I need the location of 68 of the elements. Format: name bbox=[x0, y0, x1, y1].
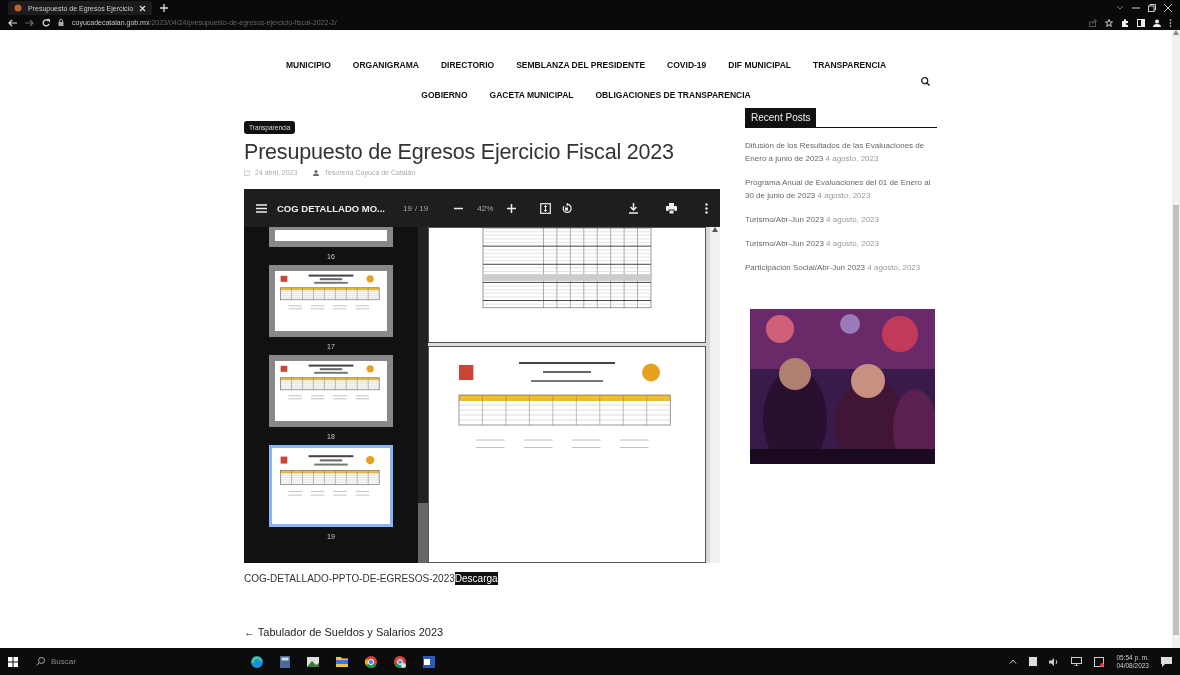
nav-link[interactable]: MUNICIPIO bbox=[285, 60, 331, 70]
menu-icon[interactable] bbox=[1169, 18, 1172, 27]
folder-icon[interactable] bbox=[336, 655, 348, 667]
speaker-icon[interactable] bbox=[1049, 657, 1060, 666]
calendar-icon bbox=[244, 169, 250, 176]
recent-post-link[interactable]: Participación Social/Abr-Jun 2023 4 agosto, 2023 bbox=[745, 261, 937, 274]
back-icon[interactable] bbox=[8, 18, 17, 27]
page-number-field[interactable]: 19 bbox=[403, 203, 412, 213]
nav-link[interactable]: COVID-19 bbox=[667, 60, 707, 70]
restore-icon[interactable] bbox=[1148, 3, 1156, 12]
nav-link[interactable]: DIRECTORIO bbox=[440, 60, 495, 70]
file-name: COG-DETALLADO-PPTO-DE-EGRESOS-2023 bbox=[244, 573, 455, 584]
chevron-down-icon[interactable] bbox=[1116, 4, 1124, 11]
recent-post-link[interactable]: Turismo/Abr-Jun 2023 4 agosto, 2023 bbox=[745, 213, 937, 226]
chrome-profile-icon[interactable] bbox=[394, 655, 406, 668]
sidebar-icon[interactable] bbox=[1137, 18, 1145, 27]
nav-link[interactable]: SEMBLANZA DEL PRESIDENTE bbox=[516, 60, 646, 70]
nav-link[interactable]: TRANSPARENCIA bbox=[813, 60, 887, 70]
page-thumbnail[interactable] bbox=[269, 445, 393, 527]
nav-link[interactable]: ORGANIGRAMA bbox=[352, 60, 419, 70]
photo-viewer-icon[interactable] bbox=[307, 655, 319, 668]
search-icon[interactable] bbox=[921, 77, 930, 86]
chevron-up-icon[interactable] bbox=[1009, 659, 1018, 664]
sidebar-heading: Recent Posts bbox=[745, 108, 817, 127]
profile-icon[interactable] bbox=[1153, 18, 1161, 27]
page-thumbnail[interactable] bbox=[269, 265, 393, 337]
scrollbar-thumb[interactable] bbox=[1173, 205, 1179, 635]
page-total: / 19 bbox=[414, 203, 429, 213]
menu-icon[interactable] bbox=[256, 203, 267, 213]
favicon-icon bbox=[14, 4, 22, 12]
page-thumbnail[interactable] bbox=[269, 227, 393, 247]
chrome-icon[interactable] bbox=[365, 655, 377, 668]
search-icon bbox=[36, 657, 45, 666]
calculator-icon[interactable] bbox=[280, 655, 290, 668]
more-icon[interactable] bbox=[705, 202, 708, 214]
fit-page-icon[interactable] bbox=[540, 202, 552, 214]
close-icon[interactable] bbox=[1164, 3, 1172, 12]
search-field[interactable]: Buscar bbox=[30, 648, 201, 675]
previous-post-link[interactable]: ← Tabulador de Sueldos y Salarios 2023 bbox=[244, 626, 720, 638]
windows-icon[interactable] bbox=[8, 656, 18, 667]
zoom-in-icon[interactable] bbox=[507, 203, 517, 213]
zoom-level-field[interactable]: 42% bbox=[473, 203, 498, 213]
document-title: COG DETALLADO MO... bbox=[277, 202, 385, 214]
user-icon bbox=[313, 169, 320, 176]
nav-link[interactable]: DIF MUNICIPAL bbox=[728, 60, 791, 70]
recent-post-link[interactable]: Turismo/Abr-Jun 2023 4 agosto, 2023 bbox=[745, 237, 937, 250]
nav-link[interactable]: GOBIERNO bbox=[421, 90, 468, 100]
reload-icon[interactable] bbox=[42, 18, 50, 27]
plus-icon[interactable] bbox=[160, 3, 169, 12]
forward-icon[interactable] bbox=[25, 18, 34, 27]
rotate-icon[interactable] bbox=[561, 202, 573, 214]
notification-icon[interactable] bbox=[1161, 656, 1172, 667]
page-thumbnail[interactable] bbox=[269, 355, 393, 427]
print-icon[interactable] bbox=[666, 202, 677, 214]
close-icon[interactable] bbox=[139, 4, 147, 12]
puzzle-icon[interactable] bbox=[1121, 18, 1129, 27]
download-icon[interactable] bbox=[629, 202, 638, 214]
word-icon[interactable] bbox=[423, 655, 435, 668]
scrollbar-thumb[interactable] bbox=[418, 503, 428, 563]
lock-icon bbox=[58, 19, 64, 26]
recent-post-link[interactable]: Programa Anual de Evaluaciones del 01 de Enero al 30 de junio de 2023 4 agosto, 2023 bbox=[745, 176, 937, 202]
nav-link[interactable]: OBLIGACIONES DE TRANSPARENCIA bbox=[595, 90, 751, 100]
post-title: Presupuesto de Egresos Ejercicio Fiscal 2023 bbox=[244, 140, 675, 165]
star-icon[interactable] bbox=[1105, 18, 1113, 27]
recent-post-link[interactable]: Difusión de los Resultados de las Evaluaciones de Enero a junio de 2023 4 agosto, 2023 bbox=[745, 139, 937, 165]
share-icon[interactable] bbox=[1089, 18, 1097, 27]
nav-link[interactable]: GACETA MUNICIPAL bbox=[489, 90, 574, 100]
browser-icon[interactable] bbox=[251, 655, 263, 668]
